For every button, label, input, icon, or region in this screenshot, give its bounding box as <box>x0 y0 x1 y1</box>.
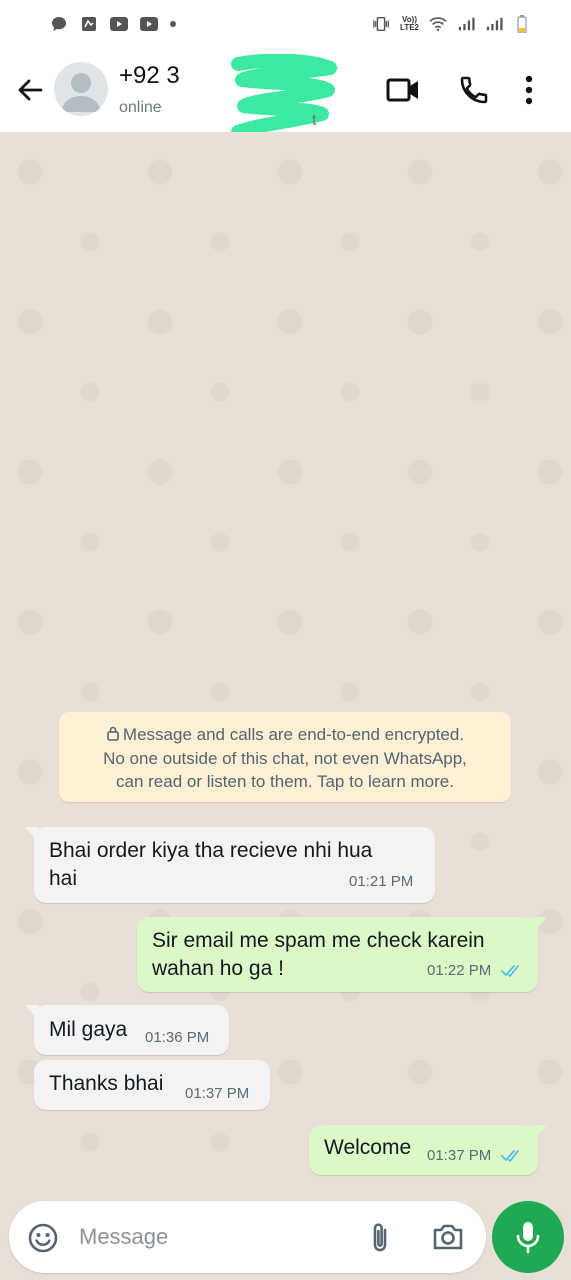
bubble-tail <box>25 827 39 843</box>
voice-call-button[interactable] <box>456 72 492 108</box>
message-bubble-outgoing[interactable]: Welcome 01:37 PM <box>309 1125 547 1175</box>
phone-icon <box>460 76 488 104</box>
message-bubble-outgoing[interactable]: Sir email me spam me check karein wahan … <box>137 917 547 992</box>
attach-icon <box>373 1223 387 1252</box>
message-text: Welcome <box>324 1136 412 1159</box>
more-options-button[interactable] <box>511 72 547 108</box>
message-composer <box>9 1201 486 1273</box>
message-line: Bhai order kiya tha recieve nhi hua <box>49 839 373 862</box>
mic-icon <box>516 1222 540 1254</box>
contact-name[interactable]: +92 3 <box>119 62 180 90</box>
video-call-button[interactable] <box>385 72 421 108</box>
bubble-tail <box>533 917 547 933</box>
status-notifications <box>50 15 176 33</box>
encryption-notice-line-2: No one outside of this chat, not even Wh… <box>103 748 467 768</box>
avatar[interactable] <box>54 62 108 116</box>
camera-icon <box>433 1224 463 1250</box>
message-input[interactable] <box>79 1217 349 1257</box>
message-text: Bhai order kiya tha recieve nhi hua hai <box>49 837 372 893</box>
signal-icon-1 <box>457 15 475 33</box>
volte-indicator: Vo)) LTE2 <box>400 16 419 32</box>
lock-icon <box>107 726 119 741</box>
bubble-tail <box>533 1125 547 1141</box>
status-bar: Vo)) LTE2 <box>0 0 571 48</box>
message-time: 01:37 PM <box>185 1085 250 1102</box>
message-line: hai <box>49 867 78 890</box>
message-text: Mil gaya <box>49 1018 128 1041</box>
encryption-notice-line-3: can read or listen to them. Tap to learn… <box>116 772 454 791</box>
youtube-icon <box>110 15 128 33</box>
youtube-icon-2 <box>140 15 158 33</box>
app-notification-icon <box>80 15 98 33</box>
redaction-scribble: t <box>230 53 340 139</box>
redaction-trailing-char: t <box>312 112 317 129</box>
signal-icon-2 <box>485 15 503 33</box>
double-check-icon <box>501 1150 519 1162</box>
avatar-placeholder <box>61 73 101 112</box>
message-time: 01:37 PM <box>427 1147 492 1164</box>
bubble-tail <box>25 1005 39 1021</box>
message-bubble-incoming[interactable]: Mil gaya 01:36 PM <box>25 1005 229 1055</box>
double-check-icon <box>501 965 519 977</box>
lte-label: LTE2 <box>400 23 419 32</box>
battery-icon <box>513 15 531 33</box>
encryption-notice[interactable]: Message and calls are end-to-end encrypt… <box>59 712 511 802</box>
camera-button[interactable] <box>431 1221 465 1253</box>
attach-button[interactable] <box>365 1221 395 1255</box>
encryption-notice-text-1: Message and calls are end-to-end encrypt… <box>122 725 465 744</box>
chat-area[interactable]: Message and calls are end-to-end encrypt… <box>0 132 571 1280</box>
message-line: Sir email me spam me check karein <box>152 929 485 952</box>
message-time: 01:22 PM <box>427 962 492 979</box>
video-call-icon <box>386 78 418 102</box>
message-bubble-incoming[interactable]: Bhai order kiya tha recieve nhi hua hai … <box>25 827 435 903</box>
back-button[interactable] <box>14 74 46 106</box>
message-bubble-incoming[interactable]: Thanks bhai 01:37 PM <box>34 1060 270 1110</box>
voice-message-button[interactable] <box>492 1201 564 1273</box>
more-notifications-dot <box>170 21 176 27</box>
message-text: Thanks bhai <box>49 1072 164 1095</box>
contact-status: online <box>119 99 162 116</box>
emoji-icon <box>28 1223 58 1253</box>
emoji-button[interactable] <box>27 1222 59 1254</box>
back-arrow-icon <box>18 79 43 101</box>
more-options-icon <box>525 75 533 105</box>
message-time: 01:36 PM <box>145 1029 210 1046</box>
encryption-notice-line-1: Message and calls are end-to-end encrypt… <box>59 723 511 747</box>
wifi-icon <box>429 15 447 33</box>
chat-notification-icon <box>50 15 68 33</box>
chat-header: +92 3 online t <box>0 48 571 139</box>
status-system: Vo)) LTE2 <box>372 15 531 33</box>
message-time: 01:21 PM <box>349 873 414 890</box>
vibrate-icon <box>372 15 390 33</box>
